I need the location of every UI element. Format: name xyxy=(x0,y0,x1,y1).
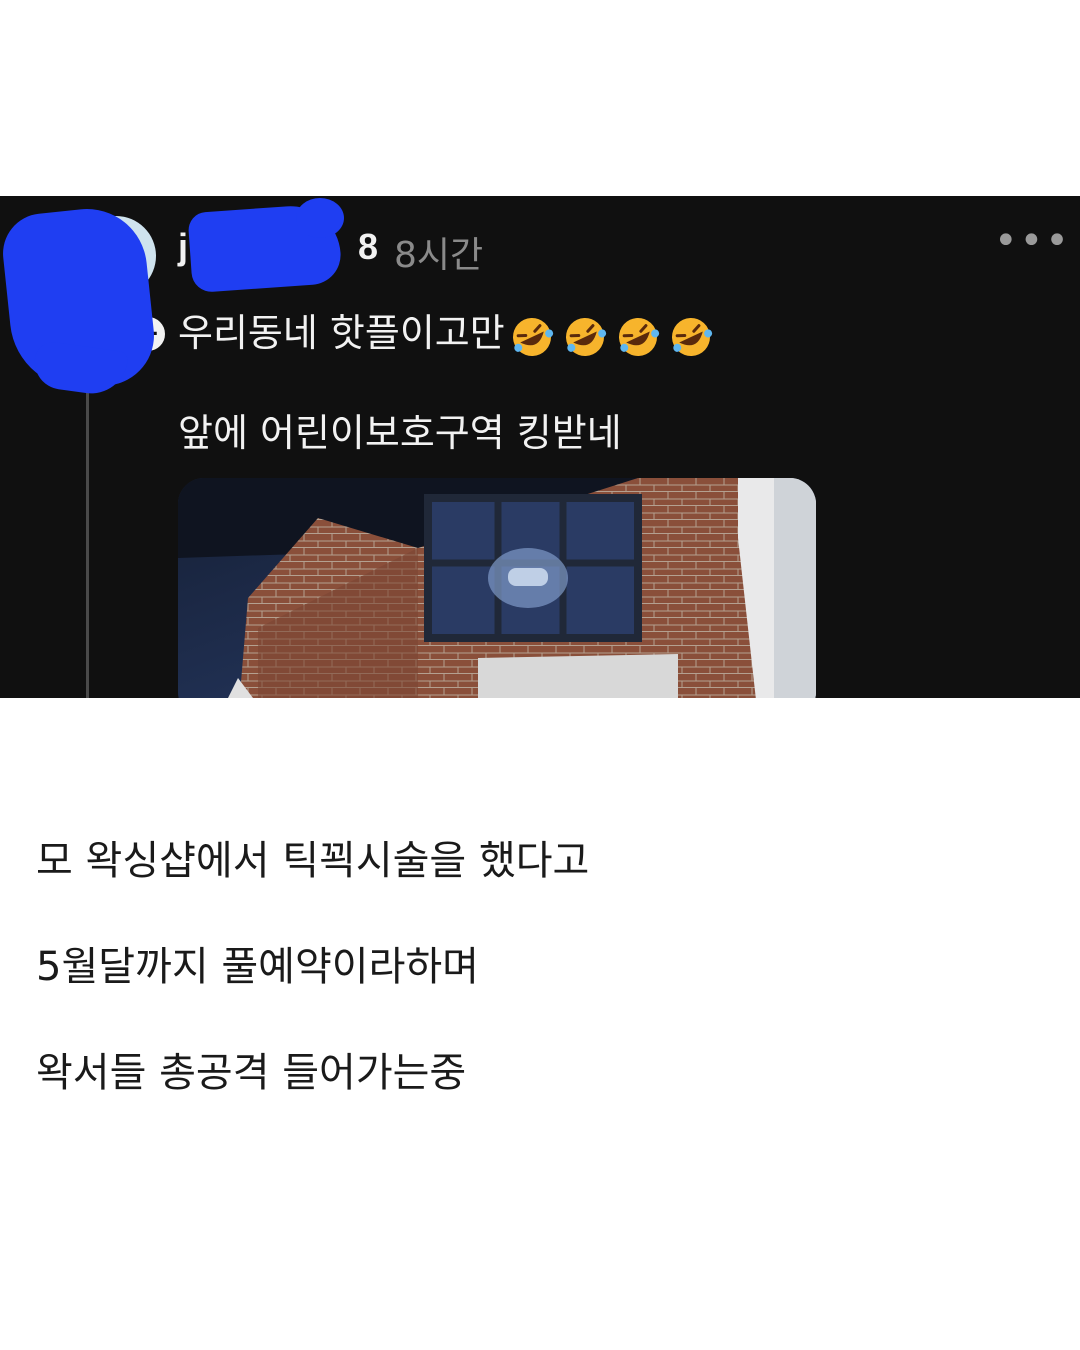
post-screenshot: + j 8 8시간 ••• 우리동네 핫플이고만 앞에 어린이보호구역 킹받네 xyxy=(0,196,1080,698)
post-text: 우리동네 핫플이고만 xyxy=(178,311,505,355)
more-options-icon[interactable]: ••• xyxy=(994,218,1071,264)
building-photo xyxy=(178,478,816,698)
rolling-on-floor-laughing-icon xyxy=(671,317,712,356)
caption-line-1: 모 왁싱샵에서 틱꾁시술을 했다고 xyxy=(36,838,590,884)
caption-line-3: 왁서들 총공격 들어가는중 xyxy=(36,1050,467,1096)
username-start[interactable]: j xyxy=(178,226,188,268)
post-text-line-2: 앞에 어린이보호구역 킹받네 xyxy=(178,411,622,455)
post-photo[interactable] xyxy=(178,478,816,698)
post-time: 8시간 xyxy=(394,235,484,276)
username-end[interactable]: 8 xyxy=(358,226,378,268)
emoji-group xyxy=(507,312,719,359)
rolling-on-floor-laughing-icon xyxy=(618,317,659,356)
thread-line xyxy=(86,356,89,698)
post-text-line-1: 우리동네 핫플이고만 xyxy=(178,302,719,359)
caption-line-2: 5월달까지 풀예약이라하며 xyxy=(36,944,479,990)
rolling-on-floor-laughing-icon xyxy=(512,317,553,356)
redaction-mark xyxy=(296,198,344,238)
rolling-on-floor-laughing-icon xyxy=(565,317,606,356)
